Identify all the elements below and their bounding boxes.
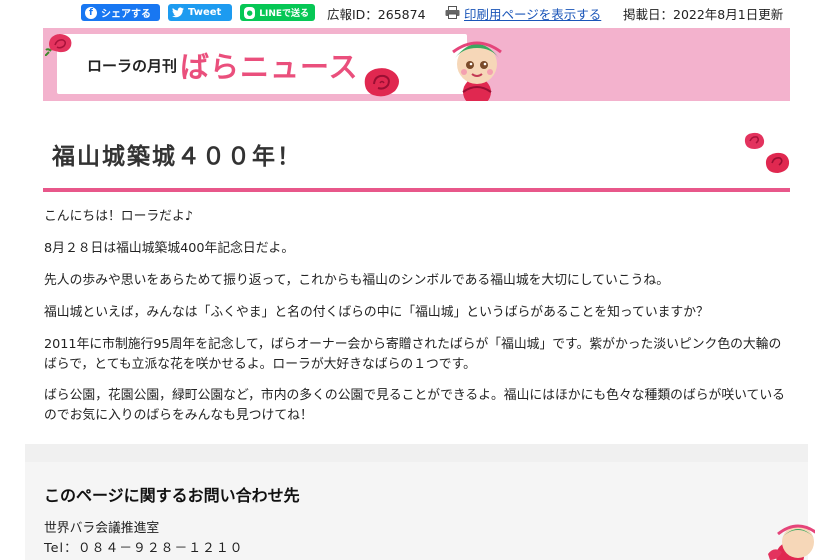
- published-date: 掲載日：2022年8月1日更新: [623, 7, 784, 22]
- rose-news-banner: ローラの月刊 ばらニュース: [43, 28, 790, 101]
- article-paragraph: 福山城といえば，みんなは「ふくやま」と名の付くばらの中に「福山城」というばらがあ…: [44, 305, 709, 320]
- rola-mascot-illustration: [452, 41, 502, 101]
- rose-icon: [45, 34, 72, 56]
- contact-heading: このページに関するお問い合わせ先: [44, 486, 300, 505]
- banner-title: ばらニュース: [180, 50, 359, 84]
- rose-icon: [765, 152, 790, 173]
- contact-phone: Tel：０８４－９２８－１２１０: [44, 541, 244, 556]
- article-paragraph: 8月２８日は福山城築城400年記念日だよ。: [44, 241, 295, 256]
- line-share-button[interactable]: ● LINEで送る: [240, 4, 315, 21]
- article-paragraph: こんにちは！ローラだよ♪: [44, 209, 193, 224]
- article-paragraph: 2011年に市制施行95周年を記念して，ばらオーナー会から寄贈されたばらが「福山…: [44, 337, 782, 372]
- printer-icon: [445, 6, 460, 19]
- page-title: 福山城築城４００年！: [52, 144, 302, 170]
- facebook-share-label: シェアする: [101, 9, 151, 20]
- twitter-tweet-button[interactable]: Tweet: [168, 4, 232, 21]
- rola-mascot-illustration: [768, 524, 815, 560]
- article-paragraph: 先人の歩みや思いをあらためて振り返って，これからも福山のシンボルである福山城を大…: [44, 273, 669, 288]
- contact-department: 世界バラ会議推進室: [44, 521, 160, 536]
- twitter-bird-icon: [172, 7, 184, 19]
- facebook-icon: f: [85, 6, 97, 19]
- line-icon: ●: [244, 6, 256, 19]
- page-id: 広報ID：265874: [327, 7, 426, 22]
- share-bar: f シェアする Tweet ● LINEで送る: [81, 3, 323, 22]
- facebook-share-button[interactable]: f シェアする: [81, 4, 160, 21]
- line-share-label: LINEで送る: [259, 9, 309, 19]
- article-body: こんにちは！ローラだよ♪ 8月２８日は福山城築城400年記念日だよ。 先人の歩み…: [44, 207, 792, 438]
- rose-icon: [364, 68, 399, 97]
- title-divider: [43, 188, 790, 192]
- article-paragraph: ばら公園，花園公園，緑町公園など，市内の多くの公園で見ることができるよ。福山には…: [44, 388, 785, 423]
- print-page-link[interactable]: 印刷用ページを表示する: [464, 4, 601, 23]
- rose-icon: [744, 132, 765, 149]
- banner-subtitle: ローラの月刊: [87, 57, 178, 75]
- twitter-tweet-label: Tweet: [188, 7, 222, 18]
